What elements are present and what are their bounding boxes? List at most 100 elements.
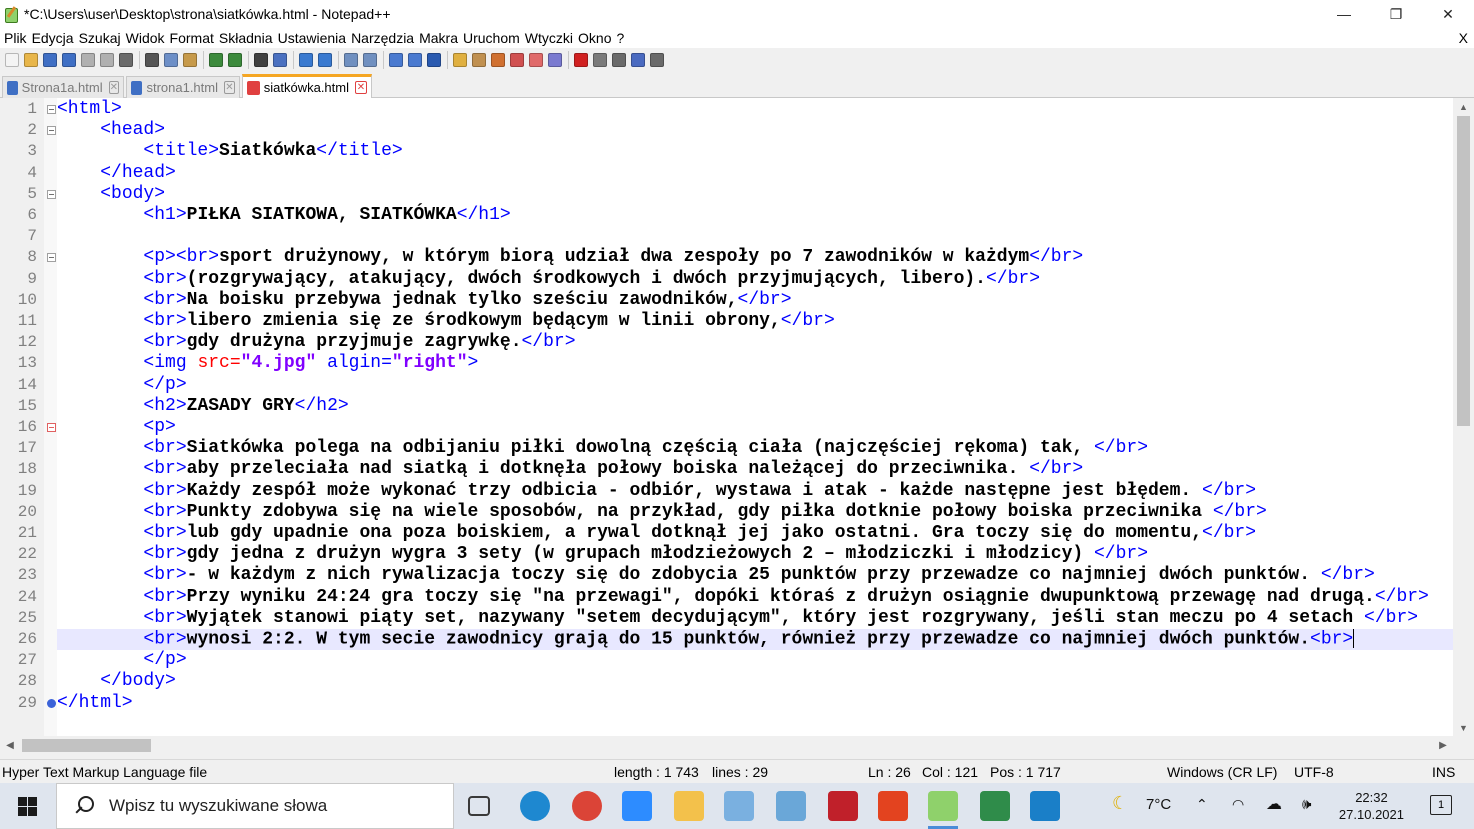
menu-help[interactable]: ? [614, 28, 627, 48]
code-line[interactable]: <br>Na boisku przebywa jednak tylko sześ… [57, 290, 1453, 311]
scroll-down-icon[interactable]: ▼ [1453, 719, 1474, 736]
monitoring-button[interactable] [546, 51, 564, 69]
menu-ustawienia[interactable]: Ustawienia [276, 28, 349, 48]
tab-siatkowka[interactable]: siatkówka.html ✕ [242, 74, 372, 98]
save-button[interactable] [41, 51, 59, 69]
close-all-button[interactable] [98, 51, 116, 69]
code-line[interactable]: <p><br>sport drużynowy, w którym biorą u… [57, 247, 1453, 268]
fold-toggle-icon[interactable] [47, 126, 56, 136]
replace-button[interactable] [271, 51, 289, 69]
code-line[interactable]: <p> [57, 417, 1453, 438]
code-line[interactable]: </p> [57, 650, 1453, 671]
open-file-button[interactable] [22, 51, 40, 69]
edge-icon[interactable] [520, 791, 550, 821]
code-line[interactable]: <title>Siatkówka</title> [57, 141, 1453, 162]
code-line[interactable]: <br>Każdy zespół może wykonać trzy odbic… [57, 481, 1453, 502]
fold-toggle-icon[interactable] [47, 423, 56, 432]
sync-horizontal-button[interactable] [361, 51, 379, 69]
undo-button[interactable] [207, 51, 225, 69]
find-button[interactable] [252, 51, 270, 69]
code-line[interactable]: <br>- w każdym z nich rywalizacja toczy … [57, 565, 1453, 586]
save-macro-button[interactable] [648, 51, 666, 69]
cut-button[interactable] [143, 51, 161, 69]
camera-app-icon[interactable] [828, 791, 858, 821]
code-line[interactable]: <br>libero zmienia się ze środkowym będą… [57, 311, 1453, 332]
print-button[interactable] [117, 51, 135, 69]
menu-narzędzia[interactable]: Narzędzia [349, 28, 417, 48]
zoom-out-button[interactable] [316, 51, 334, 69]
close-document-button[interactable]: X [1459, 28, 1468, 48]
facebook-app-icon[interactable] [1030, 791, 1060, 821]
weather-temperature[interactable]: 7°C [1146, 796, 1171, 813]
sync-vertical-button[interactable] [342, 51, 360, 69]
cloud-icon[interactable]: ☁ [1266, 794, 1282, 814]
code-line[interactable]: </head> [57, 163, 1453, 184]
start-button[interactable] [0, 783, 55, 829]
menu-składnia[interactable]: Składnia [217, 28, 276, 48]
fold-toggle-icon[interactable] [47, 189, 56, 199]
stop-macro-button[interactable] [591, 51, 609, 69]
tray-chevron-icon[interactable]: ⌃ [1196, 796, 1208, 813]
menu-widok[interactable]: Widok [124, 28, 168, 48]
scroll-up-icon[interactable]: ▲ [1453, 98, 1474, 115]
code-line[interactable]: <img src="4.jpg" algin="right"> [57, 353, 1453, 374]
code-line[interactable] [57, 226, 1453, 247]
redo-button[interactable] [226, 51, 244, 69]
paint-icon[interactable] [724, 791, 754, 821]
menu-szukaj[interactable]: Szukaj [77, 28, 124, 48]
tab-close-icon[interactable]: ✕ [224, 81, 235, 94]
code-line[interactable]: </p> [57, 375, 1453, 396]
scroll-right-icon[interactable]: ▶ [1433, 736, 1453, 755]
vertical-scrollbar[interactable]: ▲ ▼ [1453, 98, 1474, 736]
menu-uruchom[interactable]: Uruchom [461, 28, 523, 48]
tab-strona1a[interactable]: Strona1a.html ✕ [2, 76, 124, 98]
tab-strona1[interactable]: strona1.html ✕ [126, 76, 240, 98]
clock[interactable]: 22:32 27.10.2021 [1339, 789, 1404, 823]
tab-close-icon[interactable]: ✕ [354, 81, 367, 94]
notepad-plus-plus-icon[interactable] [928, 791, 958, 829]
doc-map-button[interactable] [470, 51, 488, 69]
office-icon[interactable] [878, 791, 908, 821]
function-list-button[interactable] [489, 51, 507, 69]
code-line[interactable]: <h1>PIŁKA SIATKOWA, SIATKÓWKA</h1> [57, 205, 1453, 226]
code-line[interactable]: <h2>ZASADY GRY</h2> [57, 396, 1453, 417]
notification-center-icon[interactable]: 1 [1430, 795, 1452, 815]
vertical-scroll-thumb[interactable] [1457, 116, 1470, 426]
file-explorer-icon[interactable] [674, 791, 704, 821]
code-line[interactable]: <br>Przy wyniku 24:24 gra toczy się "na … [57, 587, 1453, 608]
save-all-button[interactable] [60, 51, 78, 69]
menu-plik[interactable]: Plik [2, 28, 30, 48]
doc-list-button[interactable] [527, 51, 545, 69]
editor[interactable]: 1 2 3 4 5 6 7 8 9 10 11 12 13 14 15 16 17 18 19 20 21 22 23 24 2… [0, 98, 1474, 736]
show-all-chars-button[interactable] [406, 51, 424, 69]
code-line[interactable]: <body> [57, 184, 1453, 205]
close-window-button[interactable]: ✕ [1422, 0, 1474, 28]
horizontal-scrollbar[interactable]: ◀ ▶ [0, 736, 1453, 755]
code-line[interactable]: <br>wynosi 2:2. W tym secie zawodnicy gr… [57, 629, 1453, 651]
status-encoding[interactable]: UTF-8 [1294, 764, 1334, 780]
play-macro-button[interactable] [610, 51, 628, 69]
code-line[interactable]: </body> [57, 671, 1453, 692]
sticky-app-icon[interactable] [980, 791, 1010, 821]
code-line[interactable]: <br>Siatkówka polega na odbijaniu piłki … [57, 438, 1453, 459]
code-line[interactable]: <html> [57, 99, 1453, 120]
fold-toggle-icon[interactable] [47, 105, 56, 114]
status-eol[interactable]: Windows (CR LF) [1167, 764, 1277, 780]
code-area[interactable]: <html> <head> <title>Siatkówka</title> <… [57, 99, 1453, 736]
scroll-left-icon[interactable]: ◀ [0, 736, 20, 755]
code-line[interactable]: </html> [57, 693, 1453, 714]
run-macro-multiple-button[interactable] [629, 51, 647, 69]
code-line[interactable]: <br>lub gdy upadnie ona poza boiskiem, a… [57, 523, 1453, 544]
tab-close-icon[interactable]: ✕ [108, 81, 119, 94]
status-insert-mode[interactable]: INS [1432, 764, 1455, 780]
udl-button[interactable] [451, 51, 469, 69]
code-line[interactable]: <br>Punkty zdobywa się na wiele sposobów… [57, 502, 1453, 523]
close-button[interactable] [79, 51, 97, 69]
taskbar-search[interactable]: Wpisz tu wyszukiwane słowa [56, 783, 454, 829]
menu-format[interactable]: Format [168, 28, 217, 48]
copy-button[interactable] [162, 51, 180, 69]
minimize-button[interactable]: — [1318, 0, 1370, 28]
indent-guide-button[interactable] [425, 51, 443, 69]
weather-icon[interactable]: ☾ [1112, 793, 1128, 814]
chrome-icon[interactable] [572, 791, 602, 821]
